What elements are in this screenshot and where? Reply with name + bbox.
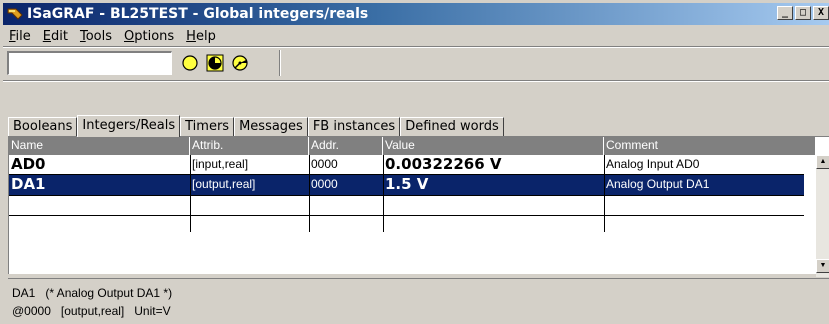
cell-name: DA1 <box>11 175 46 193</box>
maximize-button[interactable]: □ <box>795 6 811 20</box>
menu-bar: File Edit Tools Options Help <box>3 26 222 46</box>
gauge-icon[interactable] <box>231 54 249 72</box>
cell-addr: 0000 <box>311 177 338 191</box>
status-line-description: DA1 (* Analog Output DA1 *) <box>12 286 173 300</box>
menu-help[interactable]: Help <box>180 29 222 44</box>
title-bar[interactable]: ISaGRAF - BL25TEST - Global integers/rea… <box>3 3 829 25</box>
tab-defined-words[interactable]: Defined words <box>400 117 504 136</box>
cell-attrib: [output,real] <box>192 177 256 191</box>
menu-tools[interactable]: Tools <box>74 29 118 44</box>
table-row-selected[interactable]: DA1 [output,real] 0000 1.5 V Analog Outp… <box>9 175 804 195</box>
isagraf-window: ISaGRAF - BL25TEST - Global integers/rea… <box>0 0 829 324</box>
isagraf-app-icon <box>7 6 23 22</box>
cell-comment: Analog Input AD0 <box>606 157 700 171</box>
toolbar-separator-line <box>3 80 829 82</box>
row-divider <box>9 195 804 196</box>
minimize-button[interactable]: _ <box>777 6 793 20</box>
tab-fb-instances[interactable]: FB instances <box>307 117 401 136</box>
tab-timers[interactable]: Timers <box>180 117 235 136</box>
menu-edit[interactable]: Edit <box>37 29 74 44</box>
column-header-attrib[interactable]: Attrib. <box>190 137 309 155</box>
cell-comment: Analog Output DA1 <box>606 177 710 191</box>
dial-icon[interactable] <box>206 54 224 72</box>
column-header-name[interactable]: Name <box>9 137 190 155</box>
menu-file[interactable]: File <box>3 29 37 44</box>
status-line-details: @0000 [output,real] Unit=V <box>12 304 171 318</box>
toolbar <box>3 48 829 78</box>
column-divider <box>604 155 605 175</box>
toolbar-separator <box>279 50 281 76</box>
cell-value: 1.5 V <box>385 175 429 193</box>
close-button[interactable]: X <box>813 6 829 20</box>
cell-name: AD0 <box>11 155 46 173</box>
column-divider <box>190 155 191 175</box>
tab-strip: Booleans Integers/Reals Timers Messages … <box>8 115 504 137</box>
cell-addr: 0000 <box>311 157 338 171</box>
row-divider <box>9 174 804 175</box>
column-divider <box>309 175 310 232</box>
variables-grid: Name Attrib. Addr. Value Comment AD0 [in… <box>8 136 829 277</box>
status-panel: DA1 (* Analog Output DA1 *) @0000 [outpu… <box>8 278 829 322</box>
column-divider <box>604 175 605 232</box>
table-row[interactable]: AD0 [input,real] 0000 0.00322266 V Analo… <box>9 155 804 175</box>
toolbar-input[interactable] <box>7 51 172 75</box>
column-divider <box>309 155 310 175</box>
table-row-empty[interactable] <box>9 195 804 215</box>
window-title: ISaGRAF - BL25TEST - Global integers/rea… <box>27 6 369 22</box>
column-divider <box>383 175 384 232</box>
scroll-down-arrow-icon[interactable]: ▼ <box>816 259 829 273</box>
row-divider <box>9 215 804 216</box>
column-header-comment[interactable]: Comment <box>604 137 816 155</box>
vertical-scrollbar[interactable]: ▲ ▼ <box>816 155 829 277</box>
tab-integers-reals[interactable]: Integers/Reals <box>77 115 181 137</box>
column-divider <box>383 155 384 175</box>
column-header-value[interactable]: Value <box>383 137 604 155</box>
yellow-circle-icon[interactable] <box>181 54 199 72</box>
cell-attrib: [input,real] <box>192 157 249 171</box>
menu-options[interactable]: Options <box>118 29 180 44</box>
scroll-up-arrow-icon[interactable]: ▲ <box>816 155 829 169</box>
tab-booleans[interactable]: Booleans <box>8 117 78 136</box>
cell-value: 0.00322266 V <box>385 155 502 173</box>
column-header-addr[interactable]: Addr. <box>309 137 383 155</box>
tab-messages[interactable]: Messages <box>234 117 308 136</box>
column-divider <box>190 175 191 232</box>
caption-buttons: _ □ X <box>775 6 829 20</box>
